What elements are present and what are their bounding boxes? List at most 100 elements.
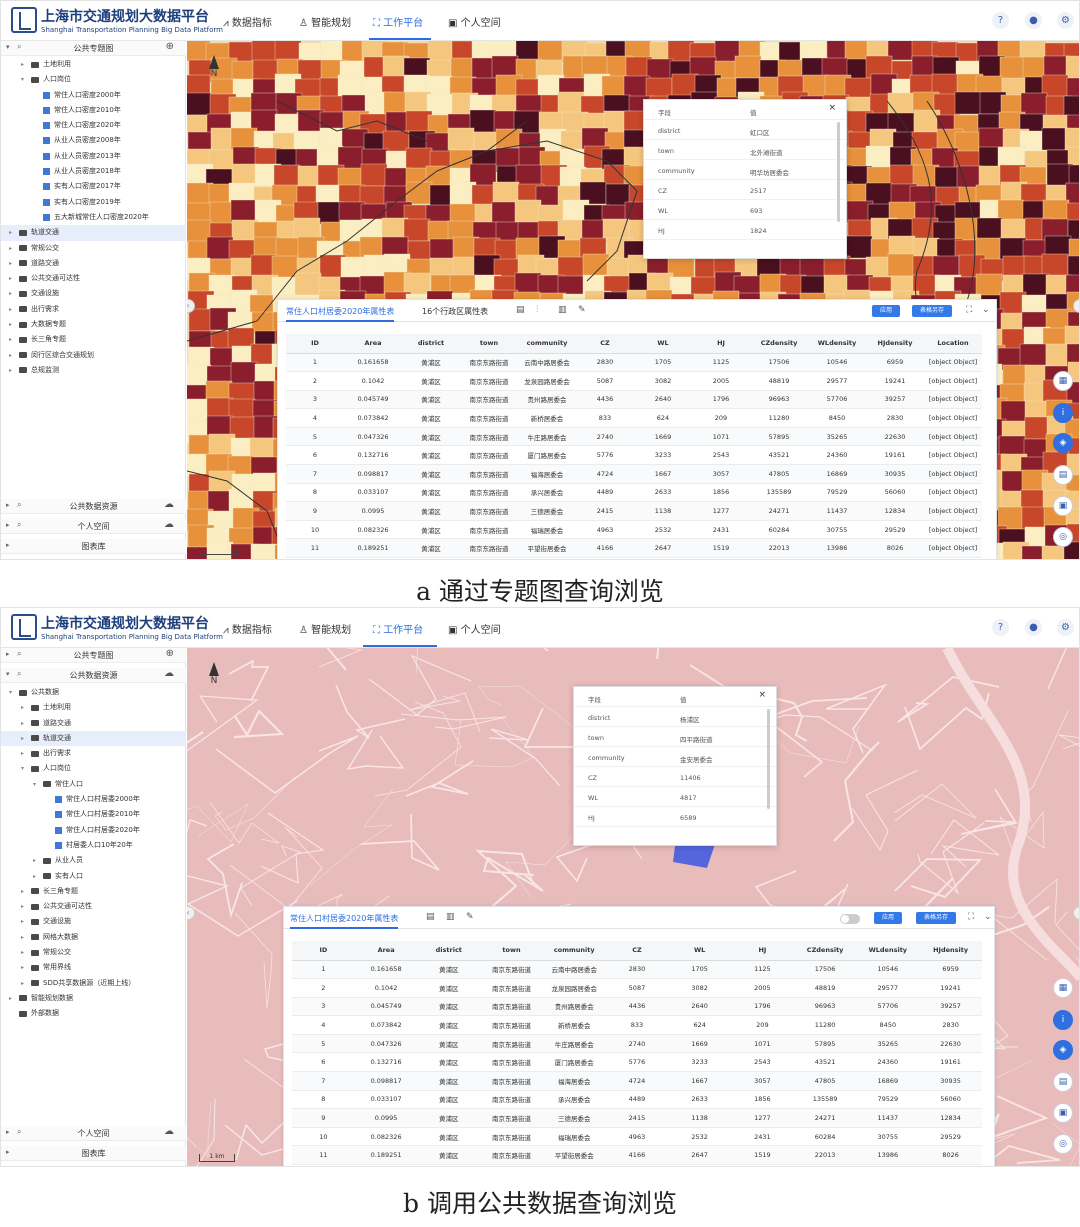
column-header[interactable]: Area [354, 941, 418, 961]
fullscreen-icon[interactable]: ⛶ [968, 912, 974, 922]
expand-toggle-icon[interactable]: ▾ [21, 761, 24, 776]
save-table-button[interactable]: 表格另存 [912, 305, 953, 317]
table-row[interactable]: 2 0.1042 黄浦区 南京东路街道 龙泉园路居委会 5087 3082 2005 48819… [292, 978, 982, 998]
nav-data-indicators[interactable]: ⩘ 数据指标 [223, 621, 272, 636]
folder-item[interactable]: ▸ 网格大数据 [1, 930, 186, 945]
settings-icon[interactable]: ⚙ [1057, 619, 1074, 636]
expand-toggle-icon[interactable]: ▸ [9, 256, 12, 271]
column-header[interactable]: town [480, 941, 543, 961]
section-public-thematic-maps[interactable]: ▾ ⌕ 公共专题图 ⊕ [1, 41, 186, 56]
folder-item[interactable]: ▸ 长三角专题 [1, 884, 186, 899]
column-header[interactable]: WL [634, 334, 692, 354]
folder-item[interactable]: ▸ 大数据专题 [1, 317, 186, 332]
nav-workbench[interactable]: ⛶ 工作平台 [373, 14, 423, 29]
cloud-upload-icon[interactable]: ☁ [164, 1126, 174, 1137]
expand-toggle-icon[interactable]: ▸ [9, 271, 12, 286]
expand-toggle-icon[interactable]: ▸ [21, 960, 24, 975]
add-icon[interactable]: ⊕ [166, 648, 174, 659]
expand-toggle-icon[interactable]: ▸ [9, 241, 12, 256]
expand-toggle-icon[interactable]: ▸ [9, 332, 12, 347]
folder-item[interactable]: ▸ 总规监测 [1, 363, 186, 378]
table-row[interactable]: 10 0.082326 黄浦区 南京东路街道 福瑞居委会 4963 2532 2431 6028… [292, 1127, 982, 1147]
expand-toggle-icon[interactable]: ▸ [9, 286, 12, 301]
image-tool-icon[interactable]: ▣ [1053, 496, 1073, 516]
column-header[interactable]: town [460, 334, 518, 354]
folder-item[interactable]: ▸ 轨道交通 [1, 225, 186, 241]
table-icon[interactable]: ▤ [426, 912, 435, 922]
column-header[interactable]: Area [344, 334, 402, 354]
table-row[interactable]: 9 0.0995 黄浦区 南京东路街道 三德居委会 2415 1138 1277 24271 11… [286, 501, 982, 521]
tab-residents-2020[interactable]: 常住人口村居委2020年属性表 [290, 913, 399, 929]
column-header[interactable]: CZdensity [750, 334, 808, 354]
expand-toggle-icon[interactable]: ▸ [9, 317, 12, 332]
table-row[interactable]: 11 0.189251 黄浦区 南京东路街道 平望街居委会 4166 2647 1519 220… [292, 1145, 982, 1166]
layer-item[interactable]: 五大新城常住人口密度2020年 [1, 210, 186, 225]
layers-tool-icon[interactable]: ◈ [1053, 433, 1073, 453]
nav-smart-planning[interactable]: ♙ 智能规划 [299, 621, 351, 636]
edit-icon[interactable]: ✎ [466, 912, 474, 922]
table-row[interactable]: 4 0.073842 黄浦区 南京东路街道 新桥居委会 833 624 209 11280 845… [286, 408, 982, 428]
layer-item[interactable]: 常住人口村居委2000年 [1, 792, 186, 807]
column-header[interactable]: WLdensity [856, 941, 920, 961]
section-public-data[interactable]: ▸ ⌕ 公共数据资源 ☁ [1, 499, 186, 514]
table-row[interactable]: 4 0.073842 黄浦区 南京东路街道 新桥居委会 833 624 209 11280 845… [292, 1015, 982, 1035]
cloud-upload-icon[interactable]: ☁ [164, 668, 174, 679]
edit-icon[interactable]: ✎ [578, 305, 586, 315]
nav-smart-planning[interactable]: ♙ 智能规划 [299, 14, 351, 29]
folder-item[interactable]: 外部数据 [1, 1006, 186, 1021]
column-header[interactable]: WLdensity [808, 334, 866, 354]
layer-item[interactable]: 常住人口村居委2020年 [1, 823, 186, 838]
table-row[interactable]: 3 0.045749 黄浦区 南京东路街道 贵州路居委会 4436 2640 1796 9696… [292, 997, 982, 1017]
popup-scrollbar[interactable] [767, 709, 770, 809]
folder-item[interactable]: ▸ 长三角专题 [1, 332, 186, 347]
layer-item[interactable]: 从业人员密度2013年 [1, 149, 186, 164]
expand-toggle-icon[interactable]: ▸ [21, 914, 24, 929]
layer-item[interactable]: 常住人口密度2000年 [1, 88, 186, 103]
layer-item[interactable]: 常住人口村居委2010年 [1, 807, 186, 822]
apply-button[interactable]: 应用 [872, 305, 901, 317]
column-header[interactable]: ID [286, 334, 344, 354]
folder-item[interactable]: ▸ 道路交通 [1, 716, 186, 731]
locate-tool-icon[interactable]: ◎ [1053, 1134, 1073, 1154]
image-tool-icon[interactable]: ▣ [1053, 1103, 1073, 1123]
expand-toggle-icon[interactable]: ▸ [21, 746, 24, 761]
folder-item[interactable]: ▸ 常规公交 [1, 241, 186, 256]
table-row[interactable]: 5 0.047326 黄浦区 南京东路街道 牛庄路居委会 2740 1669 1071 5789… [292, 1034, 982, 1054]
expand-toggle-icon[interactable]: ▸ [21, 930, 24, 945]
folder-item[interactable]: ▸ 出行需求 [1, 302, 186, 317]
table-row[interactable]: 2 0.1042 黄浦区 南京东路街道 龙泉园路居委会 5087 3082 2005 48819… [286, 371, 982, 391]
settings-icon[interactable]: ⚙ [1057, 12, 1074, 29]
bar-chart-icon[interactable]: ▥ [558, 305, 567, 315]
section-public-data[interactable]: ▾ ⌕ 公共数据资源 ☁ [1, 668, 186, 683]
save-table-button[interactable]: 表格另存 [916, 912, 957, 924]
user-icon[interactable]: ● [1025, 12, 1042, 29]
layer-item[interactable]: 常住人口密度2020年 [1, 118, 186, 133]
grid-tool-icon[interactable]: ▦ [1053, 978, 1073, 998]
folder-item[interactable]: ▾ 常住人口 [1, 777, 186, 792]
folder-item[interactable]: ▸ 轨道交通 [1, 730, 186, 747]
column-header[interactable]: HJ [692, 334, 750, 354]
folder-item[interactable]: ▸ 智能规划数据 [1, 991, 186, 1006]
table-tool-icon[interactable]: ▤ [1053, 1072, 1073, 1092]
expand-toggle-icon[interactable]: ▸ [21, 884, 24, 899]
column-header[interactable]: CZ [576, 334, 634, 354]
folder-item[interactable]: ▸ 土地利用 [1, 700, 186, 715]
table-row[interactable]: 8 0.033107 黄浦区 南京东路街道 承兴居委会 4489 2633 1856 13558… [286, 483, 982, 503]
section-chart-library[interactable]: ▸ 图表库 [1, 1146, 186, 1161]
info-tool-icon[interactable]: i [1053, 403, 1073, 423]
column-header[interactable]: Location [924, 334, 982, 354]
tab-16-districts[interactable]: 16个行政区属性表 [422, 306, 488, 317]
expand-toggle-icon[interactable]: ▸ [21, 976, 24, 991]
apply-button[interactable]: 应用 [874, 912, 903, 924]
table-row[interactable]: 3 0.045749 黄浦区 南京东路街道 贵州路居委会 4436 2640 1796 9696… [286, 390, 982, 410]
expand-toggle-icon[interactable]: ▸ [33, 853, 36, 868]
expand-toggle-icon[interactable]: ▸ [21, 899, 24, 914]
table-row[interactable]: 11 0.189251 黄浦区 南京东路街道 平望街居委会 4166 2647 1519 220… [286, 538, 982, 559]
section-personal-space[interactable]: ▸ ⌕ 个人空间 ☁ [1, 1126, 186, 1141]
column-header[interactable]: CZ [605, 941, 669, 961]
column-header[interactable]: WL [668, 941, 732, 961]
table-icon[interactable]: ▤ [516, 305, 525, 315]
folder-item[interactable]: ▸ 实有人口 [1, 869, 186, 884]
expand-toggle-icon[interactable]: ▾ [21, 72, 24, 87]
layer-item[interactable]: 实有人口密度2019年 [1, 195, 186, 210]
